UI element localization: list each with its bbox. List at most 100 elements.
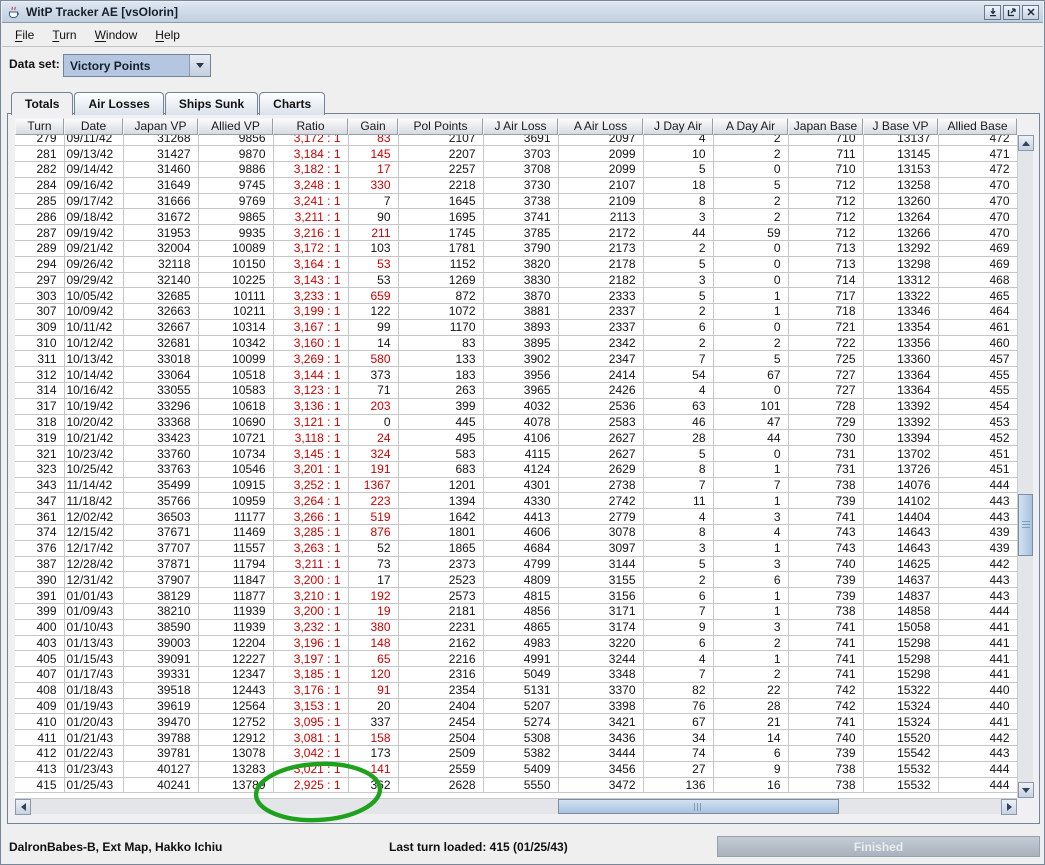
table-row[interactable]: 343 11/14/42 35499 10915 3,252 : 1 1367 1201 43… <box>15 477 1017 494</box>
table-row[interactable]: 287 09/19/42 31953 9935 3,216 : 1 211 1745 3785… <box>15 224 1017 241</box>
table-row[interactable]: 361 12/02/42 36503 11177 3,266 : 1 519 1642 441… <box>15 508 1017 526</box>
table-row[interactable]: 410 01/20/43 39470 12752 3,095 : 1 337 2454 527… <box>15 713 1017 731</box>
column-header-j-base-vp[interactable]: J Base VP <box>863 118 938 135</box>
table-row[interactable]: 323 10/25/42 33763 10546 3,201 : 1 191 683 4124… <box>15 461 1017 478</box>
dataset-row: Data set: Victory Points <box>1 52 1044 80</box>
table-row[interactable]: 400 01/10/43 38590 11939 3,232 : 1 380 2231 486… <box>15 619 1017 636</box>
column-header-gain[interactable]: Gain <box>348 118 398 135</box>
table-cell: 59 <box>713 224 789 241</box>
table-cell: 09/18/42 <box>64 208 124 226</box>
table-row[interactable]: 312 10/14/42 33064 10518 3,144 : 1 373 183 3956… <box>15 366 1017 383</box>
table-cell: 32685 <box>123 287 199 305</box>
table-row[interactable]: 284 09/16/42 31649 9745 3,248 : 1 330 2218 3730… <box>15 177 1017 194</box>
table-row[interactable]: 376 12/17/42 37707 11557 3,263 : 1 52 1865 4684… <box>15 540 1017 557</box>
table-cell: 01/01/43 <box>64 587 124 604</box>
table-cell: 20 <box>348 698 399 715</box>
vertical-scrollbar-thumb[interactable] <box>1018 494 1033 556</box>
menu-window[interactable]: Window <box>86 25 147 45</box>
column-header-date[interactable]: Date <box>64 118 123 135</box>
scroll-up-button[interactable] <box>1018 135 1034 151</box>
scroll-left-button[interactable] <box>15 799 31 815</box>
maximize-button[interactable] <box>1003 4 1020 20</box>
table-row[interactable]: 403 01/13/43 39003 12204 3,196 : 1 148 2162 498… <box>15 635 1017 652</box>
scroll-down-button[interactable] <box>1018 782 1034 798</box>
table-cell: 3144 <box>558 556 644 573</box>
table-row[interactable]: 318 10/20/42 33368 10690 3,121 : 1 0 445 4078 25… <box>15 414 1017 431</box>
table-cell: 3456 <box>558 761 644 778</box>
dataset-combobox[interactable]: Victory Points <box>63 54 211 77</box>
column-header-allied-base[interactable]: Allied Base <box>938 118 1017 135</box>
column-header-allied-vp[interactable]: Allied VP <box>198 118 273 135</box>
table-row[interactable]: 412 01/22/43 39781 13078 3,042 : 1 173 2509 538… <box>15 745 1017 762</box>
table-row[interactable]: 317 10/19/42 33296 10618 3,136 : 1 203 399 4032… <box>15 398 1017 415</box>
combobox-dropdown-button[interactable] <box>189 55 210 76</box>
menu-help[interactable]: Help <box>146 25 189 45</box>
table-row[interactable]: 390 12/31/42 37907 11847 3,200 : 1 17 2523 4809… <box>15 571 1017 589</box>
tab-totals[interactable]: Totals <box>11 92 74 115</box>
table-row[interactable]: 391 01/01/43 38129 11877 3,210 : 1 192 2573 481… <box>15 587 1017 604</box>
table-cell: 2162 <box>398 635 484 652</box>
table-cell: 1 <box>713 603 789 620</box>
table-row[interactable]: 286 09/18/42 31672 9865 3,211 : 1 90 1695 3741 2… <box>15 208 1017 226</box>
table-row[interactable]: 307 10/09/42 32663 10211 3,199 : 1 122 1072 388… <box>15 303 1017 320</box>
table-row[interactable]: 279 09/11/42 31268 9856 3,172 : 1 83 2107 3691 2… <box>15 135 1017 147</box>
table-row[interactable]: 289 09/21/42 32004 10089 3,172 : 1 103 1781 379… <box>15 240 1017 257</box>
tab-charts[interactable]: Charts <box>259 92 326 115</box>
table-row[interactable]: 285 09/17/42 31666 9769 3,241 : 1 7 1645 3738 21… <box>15 193 1017 210</box>
minimize-button[interactable] <box>984 4 1001 20</box>
table-row[interactable]: 310 10/12/42 32681 10342 3,160 : 1 14 83 3895 23… <box>15 335 1017 352</box>
table-row[interactable]: 409 01/19/43 39619 12564 3,153 : 1 20 2404 5207… <box>15 698 1017 715</box>
column-header-turn[interactable]: Turn <box>15 118 64 135</box>
table-row[interactable]: 405 01/15/43 39091 12227 3,197 : 1 65 2216 4991… <box>15 650 1017 668</box>
column-header-ratio[interactable]: Ratio <box>273 118 348 135</box>
table-cell: 376 <box>15 540 65 557</box>
table-row[interactable]: 413 01/23/43 40127 13283 3,021 : 1 141 2559 540… <box>15 761 1017 778</box>
column-header-j-air-loss[interactable]: J Air Loss <box>483 118 558 135</box>
table-row[interactable]: 294 09/26/42 32118 10150 3,164 : 1 53 1152 3820… <box>15 256 1017 273</box>
table-cell: 145 <box>348 145 399 163</box>
table-row[interactable]: 309 10/11/42 32667 10314 3,167 : 1 99 1170 3893… <box>15 319 1017 336</box>
table-cell: 14102 <box>863 492 939 510</box>
table-row[interactable]: 407 01/17/43 39331 12347 3,185 : 1 120 2316 504… <box>15 666 1017 683</box>
table-cell: 4330 <box>483 492 559 510</box>
table-row[interactable]: 303 10/05/42 32685 10111 3,233 : 1 659 872 3870… <box>15 287 1017 305</box>
tab-ships-sunk[interactable]: Ships Sunk <box>164 92 259 115</box>
table-row[interactable]: 314 10/16/42 33055 10583 3,123 : 1 71 263 3965 2… <box>15 382 1017 399</box>
table-row[interactable]: 411 01/21/43 39788 12912 3,081 : 1 158 2504 530… <box>15 729 1017 746</box>
table-cell: 11939 <box>198 619 274 636</box>
table-cell: 7 <box>348 193 399 210</box>
table-cell: 741 <box>788 508 864 526</box>
table-row[interactable]: 321 10/23/42 33760 10734 3,145 : 1 324 583 4115… <box>15 445 1017 462</box>
table-row[interactable]: 297 09/29/42 32140 10225 3,143 : 1 53 1269 3830… <box>15 272 1017 289</box>
table-row[interactable]: 387 12/28/42 37871 11794 3,211 : 1 73 2373 4799… <box>15 556 1017 573</box>
table-row[interactable]: 415 01/25/43 40241 13789 2,925 : 1 362 2628 555… <box>15 777 1017 794</box>
tab-air-losses[interactable]: Air Losses <box>74 92 164 115</box>
menu-turn[interactable]: Turn <box>43 25 85 45</box>
horizontal-scrollbar[interactable] <box>15 798 1017 815</box>
table-cell: 310 <box>15 335 65 352</box>
column-header-japan-vp[interactable]: Japan VP <box>123 118 198 135</box>
table-row[interactable]: 408 01/18/43 39518 12443 3,176 : 1 91 2354 5131… <box>15 682 1017 699</box>
column-header-pol-points[interactable]: Pol Points <box>398 118 483 135</box>
column-header-japan-base[interactable]: Japan Base <box>788 118 863 135</box>
table-row[interactable]: 282 09/14/42 31460 9886 3,182 : 1 17 2257 3708 2… <box>15 161 1017 178</box>
table-cell: 16 <box>713 777 789 794</box>
table-cell: 4856 <box>483 603 559 620</box>
column-header-j-day-air[interactable]: J Day Air <box>643 118 713 135</box>
menu-file[interactable]: File <box>6 25 43 45</box>
table-row[interactable]: 311 10/13/42 33018 10099 3,269 : 1 580 133 3902… <box>15 350 1017 368</box>
table-cell: 09/29/42 <box>64 272 124 289</box>
scroll-right-button[interactable] <box>1001 799 1017 815</box>
table-row[interactable]: 399 01/09/43 38210 11939 3,200 : 1 19 2181 4856… <box>15 603 1017 620</box>
table-row[interactable]: 374 12/15/42 37671 11469 3,285 : 1 876 1801 460… <box>15 524 1017 541</box>
title-bar[interactable]: WitP Tracker AE [vsOlorin] <box>2 2 1043 23</box>
column-header-a-air-loss[interactable]: A Air Loss <box>558 118 643 135</box>
column-header-a-day-air[interactable]: A Day Air <box>713 118 788 135</box>
table-row[interactable]: 281 09/13/42 31427 9870 3,184 : 1 145 2207 3703… <box>15 145 1017 163</box>
table-row[interactable]: 319 10/21/42 33423 10721 3,118 : 1 24 495 4106 2… <box>15 429 1017 447</box>
vertical-scrollbar[interactable] <box>1017 135 1034 798</box>
table-cell: 729 <box>788 414 864 431</box>
table-row[interactable]: 347 11/18/42 35766 10959 3,264 : 1 223 1394 433… <box>15 492 1017 510</box>
close-button[interactable] <box>1022 4 1039 20</box>
horizontal-scrollbar-thumb[interactable] <box>558 799 839 814</box>
